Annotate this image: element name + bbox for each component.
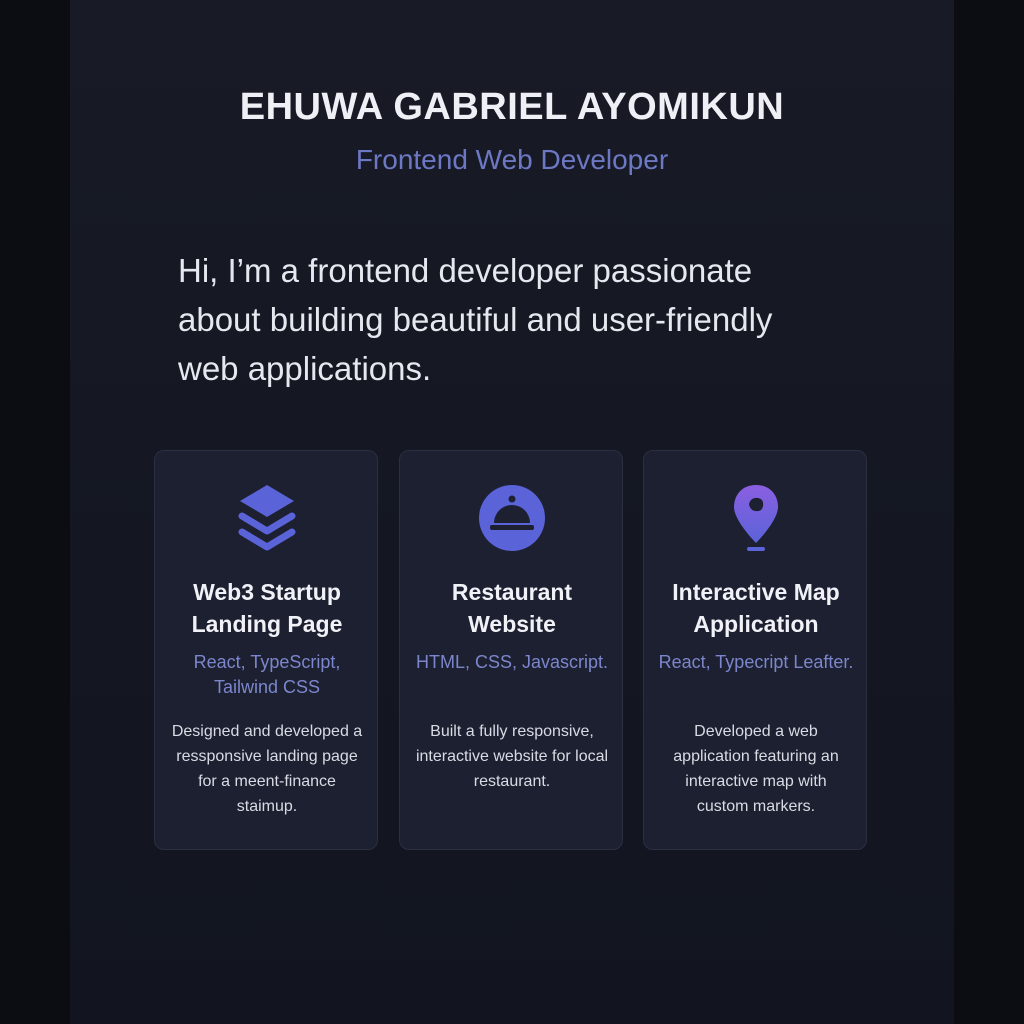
project-card-map[interactable]: Interactive Map Application React, Typec…: [643, 450, 867, 850]
project-description: Built a fully responsive, interactive we…: [415, 723, 609, 790]
project-card-restaurant[interactable]: Restaurant Website HTML, CSS, Javascript…: [399, 450, 623, 850]
developer-role: Frontend Web Developer: [355, 144, 669, 175]
project-title: Restaurant Website: [451, 579, 573, 637]
project-card-web3[interactable]: Web3 Startup Landing Page React, TypeScr…: [154, 450, 378, 850]
project-tech: React, TypeScript, Tailwind CSS: [193, 652, 341, 697]
project-tech: React, Typecript Leafter.: [658, 652, 854, 672]
map-pin-icon: [734, 485, 778, 551]
project-description: Developed a web application featuring an…: [673, 723, 839, 815]
intro-text: Hi, I’m a frontend developer passionate …: [178, 252, 773, 387]
project-tech: HTML, CSS, Javascript.: [415, 652, 609, 672]
project-description: Designed and developed a ressponsive lan…: [171, 723, 363, 815]
cloche-icon: [479, 485, 545, 551]
layers-icon: [238, 485, 296, 551]
left-margin: [0, 0, 70, 1024]
right-margin: [954, 0, 1024, 1024]
project-title: Web3 Startup Landing Page: [191, 579, 343, 637]
developer-name: EHUWA GABRIEL AYOMIKUN: [239, 86, 785, 128]
portfolio-page: EHUWA GABRIEL AYOMIKUN Frontend Web Deve…: [70, 0, 954, 1024]
project-title: Interactive Map Application: [672, 579, 840, 637]
